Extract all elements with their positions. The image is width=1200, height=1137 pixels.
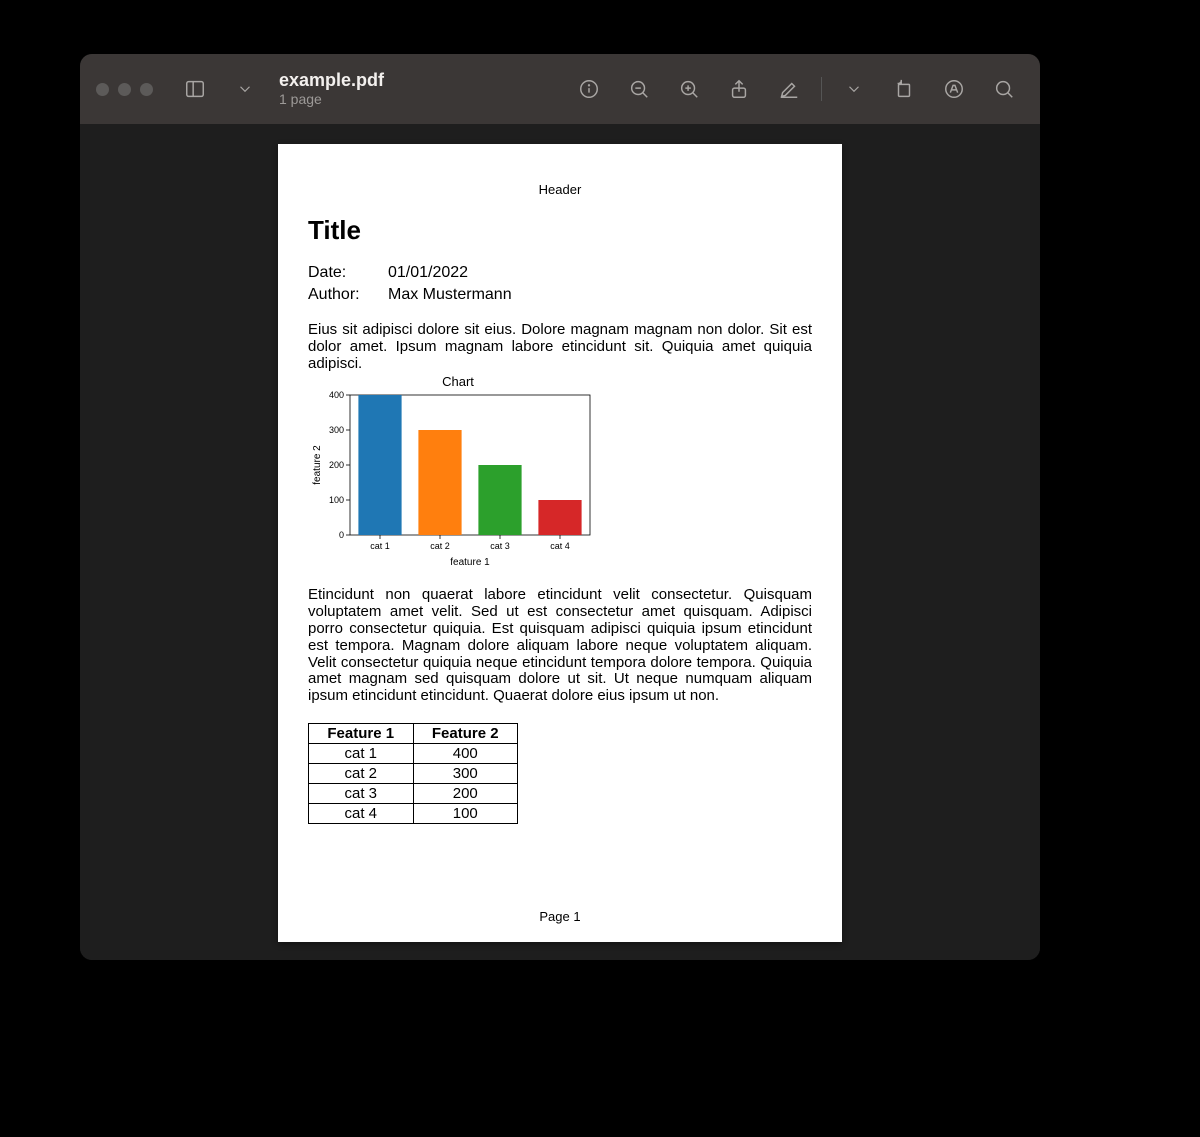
table-header: Feature 1 — [309, 723, 414, 743]
meta-author-value: Max Mustermann — [388, 286, 512, 304]
table-cell: 100 — [413, 803, 518, 823]
meta-date-row: Date: 01/01/2022 — [308, 264, 812, 282]
table-row: cat 1400 — [309, 743, 518, 763]
paragraph-2: Etincidunt non quaerat labore etincidunt… — [308, 587, 812, 705]
window-controls — [96, 83, 153, 96]
page-footer: Page 1 — [308, 899, 812, 924]
titlebar: example.pdf 1 page — [80, 54, 1040, 124]
close-window-button[interactable] — [96, 83, 109, 96]
rotate-button[interactable] — [884, 69, 924, 109]
svg-text:100: 100 — [329, 495, 344, 505]
toolbar-overflow-chevron-icon[interactable] — [834, 69, 874, 109]
chart-container: Chart 0 100 200 300 400 cat 1 cat 2 cat 3 cat 4 f… — [308, 374, 812, 569]
search-button[interactable] — [984, 69, 1024, 109]
table-row: cat 4100 — [309, 803, 518, 823]
toolbar-separator — [821, 77, 822, 101]
meta-date-value: 01/01/2022 — [388, 264, 468, 282]
info-button[interactable] — [569, 69, 609, 109]
document-title-block: example.pdf 1 page — [279, 71, 384, 108]
svg-text:cat 4: cat 4 — [550, 541, 570, 551]
meta-author-label: Author: — [308, 286, 388, 304]
table-row: cat 3200 — [309, 783, 518, 803]
table-cell: cat 1 — [309, 743, 414, 763]
chart-title: Chart — [328, 374, 588, 389]
highlight-button[interactable] — [934, 69, 974, 109]
table-cell: cat 3 — [309, 783, 414, 803]
fullscreen-window-button[interactable] — [140, 83, 153, 96]
svg-text:400: 400 — [329, 390, 344, 400]
paragraph-1: Eius sit adipisci dolore sit eius. Dolor… — [308, 322, 812, 372]
data-table: Feature 1Feature 2 cat 1400cat 2300cat 3… — [308, 723, 518, 824]
bar-chart: 0 100 200 300 400 cat 1 cat 2 cat 3 cat 4 feature… — [308, 389, 598, 569]
share-button[interactable] — [719, 69, 759, 109]
table-cell: 200 — [413, 783, 518, 803]
table-cell: 300 — [413, 763, 518, 783]
sidebar-menu-chevron-icon[interactable] — [225, 69, 265, 109]
document-page-count: 1 page — [279, 91, 384, 108]
document-viewport[interactable]: Header Title Date: 01/01/2022 Author: Ma… — [80, 124, 1040, 960]
svg-text:0: 0 — [339, 530, 344, 540]
table-row: cat 2300 — [309, 763, 518, 783]
page-title: Title — [308, 215, 812, 246]
meta-author-row: Author: Max Mustermann — [308, 286, 812, 304]
document-filename: example.pdf — [279, 71, 384, 91]
svg-text:200: 200 — [329, 460, 344, 470]
zoom-in-button[interactable] — [669, 69, 709, 109]
sidebar-toggle-button[interactable] — [175, 69, 215, 109]
svg-text:cat 1: cat 1 — [370, 541, 390, 551]
page-header: Header — [308, 182, 812, 197]
svg-text:300: 300 — [329, 425, 344, 435]
svg-text:feature 2: feature 2 — [312, 445, 323, 485]
zoom-out-button[interactable] — [619, 69, 659, 109]
minimize-window-button[interactable] — [118, 83, 131, 96]
markup-button[interactable] — [769, 69, 809, 109]
svg-text:feature 1: feature 1 — [450, 557, 490, 568]
app-window: example.pdf 1 page — [80, 54, 1040, 960]
table-header: Feature 2 — [413, 723, 518, 743]
table-cell: 400 — [413, 743, 518, 763]
svg-text:cat 3: cat 3 — [490, 541, 510, 551]
svg-text:cat 2: cat 2 — [430, 541, 450, 551]
table-cell: cat 4 — [309, 803, 414, 823]
meta-date-label: Date: — [308, 264, 388, 282]
table-cell: cat 2 — [309, 763, 414, 783]
pdf-page: Header Title Date: 01/01/2022 Author: Ma… — [278, 144, 842, 942]
